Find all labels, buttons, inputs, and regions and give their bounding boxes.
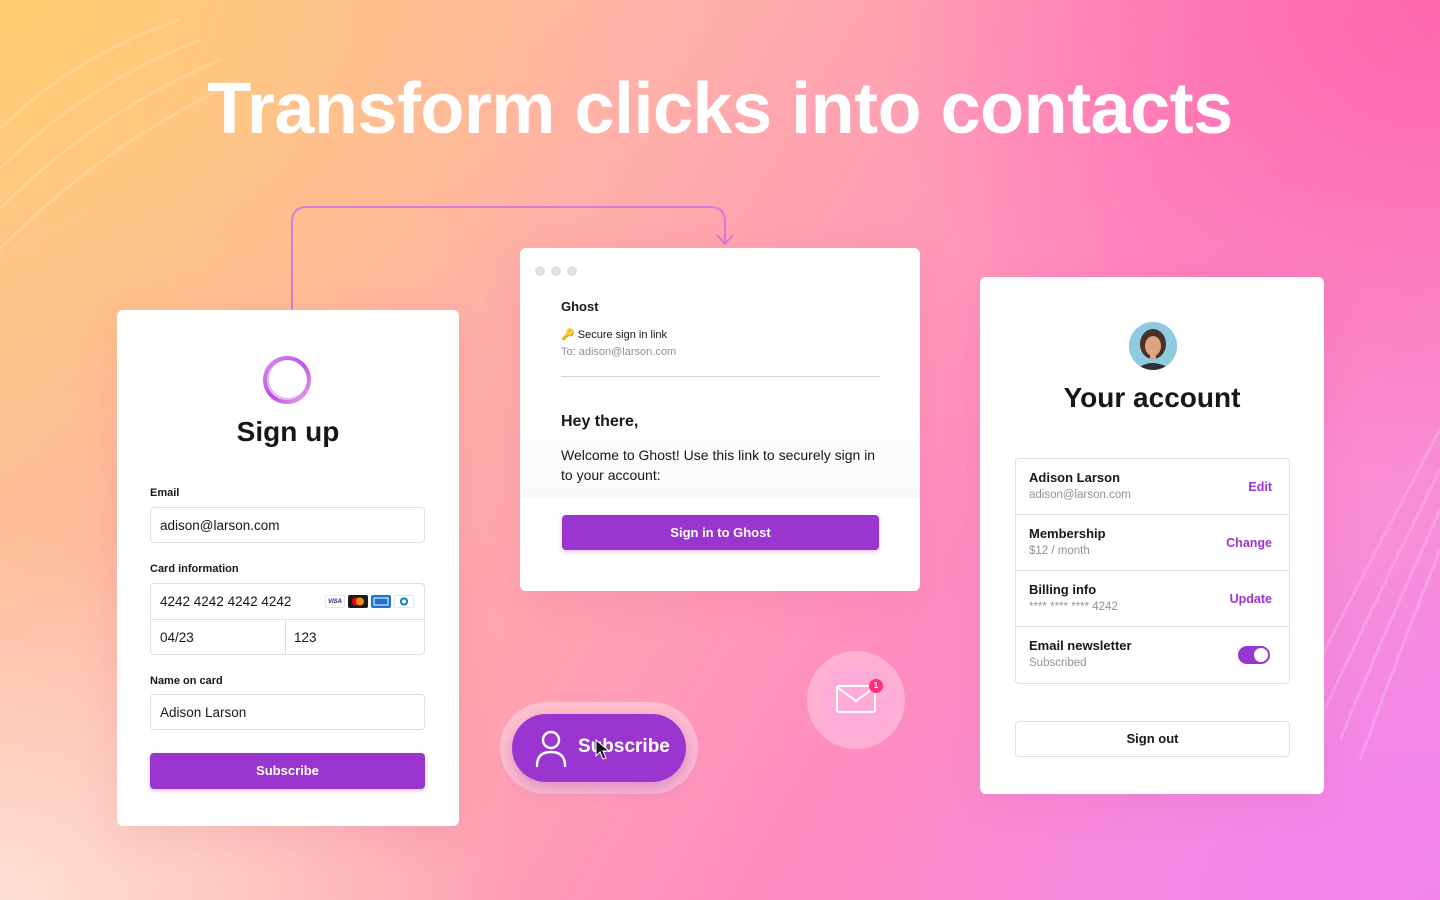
row-title: Email newsletter	[1029, 638, 1132, 653]
subscribe-button[interactable]: Subscribe	[150, 753, 425, 789]
subscribe-pill-label: Subscribe	[578, 736, 670, 757]
change-membership-link[interactable]: Change	[1226, 536, 1272, 550]
divider	[285, 620, 286, 655]
email-preview-card: Ghost 🔑 Secure sign in link To: adison@l…	[520, 248, 920, 591]
account-row-membership: Membership $12 / month Change	[1016, 515, 1289, 571]
email-body-text: Welcome to Ghost! Use this link to secur…	[561, 447, 876, 483]
email-sender: Ghost	[561, 299, 599, 314]
card-number-field[interactable]: 4242 4242 4242 4242	[160, 594, 291, 609]
update-billing-link[interactable]: Update	[1230, 592, 1272, 606]
avatar	[1129, 322, 1177, 370]
account-row-newsletter: Email newsletter Subscribed	[1016, 627, 1289, 683]
email-label: Email	[150, 487, 180, 499]
mastercard-icon	[348, 595, 368, 608]
newsletter-toggle[interactable]	[1238, 646, 1270, 664]
logo-ring-icon	[263, 356, 311, 404]
email-subject-text: Secure sign in link	[577, 329, 668, 341]
toggle-knob	[1254, 648, 1268, 662]
card-info-label: Card information	[150, 563, 239, 575]
diners-icon	[394, 595, 414, 608]
signup-card: Sign up Email adison@larson.com Card inf…	[117, 310, 459, 826]
sign-out-button[interactable]: Sign out	[1015, 721, 1290, 757]
key-icon: 🔑	[561, 329, 575, 341]
row-title: Adison Larson	[1029, 470, 1121, 485]
visa-icon: VISA	[325, 595, 345, 608]
row-subtitle: **** **** **** 4242	[1029, 601, 1118, 613]
row-subtitle: $12 / month	[1029, 545, 1090, 557]
sign-in-button[interactable]: Sign in to Ghost	[562, 515, 879, 550]
divider	[561, 376, 880, 377]
account-card: Your account Adison Larson adison@larson…	[980, 277, 1324, 794]
account-title: Your account	[1063, 382, 1241, 413]
account-row-profile: Adison Larson adison@larson.com Edit	[1016, 459, 1289, 515]
card-info-group: 4242 4242 4242 4242 VISA 04/23 123	[150, 583, 425, 655]
card-expiry-field[interactable]: 04/23	[160, 630, 194, 645]
email-greeting: Hey there,	[561, 413, 639, 430]
window-dot	[567, 266, 577, 276]
email-subject: 🔑 Secure sign in link	[561, 328, 667, 341]
account-row-billing: Billing info **** **** **** 4242 Update	[1016, 571, 1289, 627]
amex-icon	[371, 595, 391, 608]
card-cvc-field[interactable]: 123	[294, 630, 317, 645]
email-field[interactable]: adison@larson.com	[150, 507, 425, 543]
notification-count-badge: 1	[869, 679, 883, 693]
card-brands: VISA	[325, 595, 414, 608]
name-on-card-label: Name on card	[150, 675, 223, 687]
signup-title: Sign up	[236, 416, 340, 447]
name-on-card-field[interactable]: Adison Larson	[150, 694, 425, 730]
edit-profile-link[interactable]: Edit	[1248, 480, 1272, 494]
email-recipient: To: adison@larson.com	[561, 346, 677, 358]
divider	[151, 619, 424, 620]
hero-title: Transform clicks into contacts	[207, 69, 1233, 149]
window-dot	[535, 266, 545, 276]
row-title: Membership	[1029, 526, 1106, 541]
row-subtitle: Subscribed	[1029, 657, 1087, 669]
window-dot	[551, 266, 561, 276]
row-subtitle: adison@larson.com	[1029, 489, 1131, 501]
user-icon	[535, 730, 567, 768]
mouse-cursor-icon	[595, 739, 611, 760]
window-controls	[535, 266, 577, 276]
row-title: Billing info	[1029, 582, 1097, 597]
account-settings-list: Adison Larson adison@larson.com Edit Mem…	[1015, 458, 1290, 684]
